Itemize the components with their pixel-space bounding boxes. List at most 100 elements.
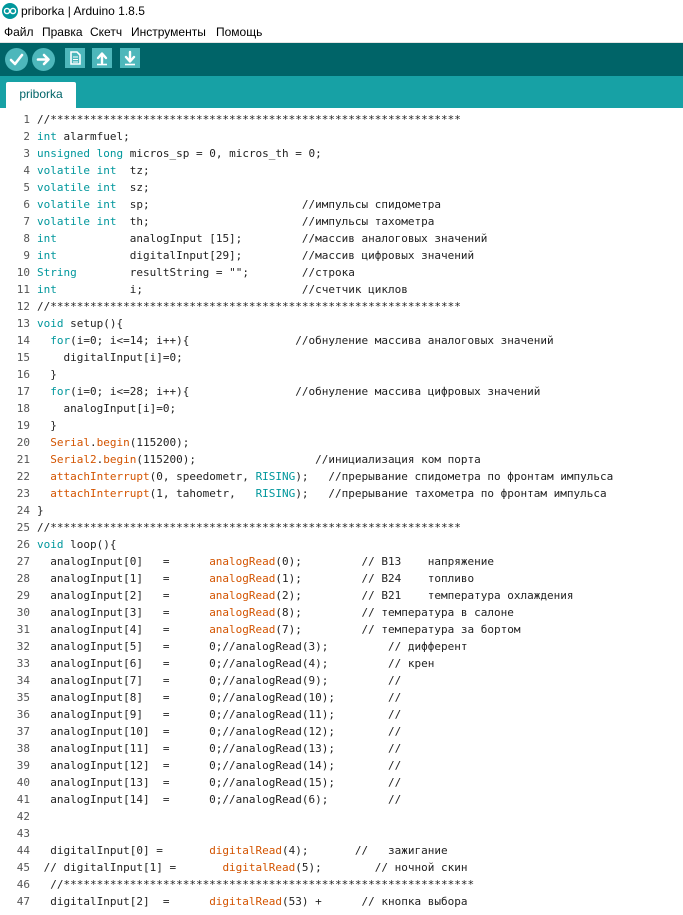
code-text[interactable]: Serial.begin(115200); bbox=[37, 434, 189, 451]
code-text[interactable]: analogInput[10] = 0;//analogRead(12); // bbox=[37, 723, 401, 740]
code-text[interactable]: analogInput[8] = 0;//analogRead(10); // bbox=[37, 689, 401, 706]
code-line[interactable]: 10 String resultString = ""; //строка bbox=[0, 264, 683, 281]
code-line[interactable]: 26 void loop(){ bbox=[0, 536, 683, 553]
verify-button[interactable] bbox=[5, 48, 28, 71]
code-line[interactable]: 17 for(i=0; i<=28; i++){ //обнуление мас… bbox=[0, 383, 683, 400]
code-text[interactable]: analogInput[2] = analogRead(2); // B21 т… bbox=[37, 587, 573, 604]
code-text[interactable]: void setup(){ bbox=[37, 315, 123, 332]
code-line[interactable]: 1 //*************************************… bbox=[0, 111, 683, 128]
open-button[interactable] bbox=[92, 48, 112, 68]
code-text[interactable]: int i; //счетчик циклов bbox=[37, 281, 408, 298]
code-line[interactable]: 39 analogInput[12] = 0;//analogRead(14);… bbox=[0, 757, 683, 774]
code-line[interactable]: 22 attachInterrupt(0, speedometr, RISING… bbox=[0, 468, 683, 485]
code-text[interactable]: analogInput[13] = 0;//analogRead(15); // bbox=[37, 774, 401, 791]
code-line[interactable]: 23 attachInterrupt(1, tahometr, RISING);… bbox=[0, 485, 683, 502]
code-line[interactable]: 21 Serial2.begin(115200); //инициализаци… bbox=[0, 451, 683, 468]
code-line[interactable]: 40 analogInput[13] = 0;//analogRead(15);… bbox=[0, 774, 683, 791]
code-text[interactable]: // digitalInput[1] = digitalRead(5); // … bbox=[37, 859, 468, 876]
code-text[interactable]: int analogInput [15]; //массив аналоговы… bbox=[37, 230, 487, 247]
code-text[interactable]: analogInput[14] = 0;//analogRead(6); // bbox=[37, 791, 401, 808]
code-line[interactable]: 19 } bbox=[0, 417, 683, 434]
code-text[interactable]: analogInput[0] = analogRead(0); // B13 н… bbox=[37, 553, 494, 570]
code-text[interactable]: } bbox=[37, 417, 57, 434]
code-line[interactable]: 3 unsigned long micros_sp = 0, micros_th … bbox=[0, 145, 683, 162]
code-text[interactable]: //**************************************… bbox=[37, 519, 461, 536]
code-line[interactable]: 14 for(i=0; i<=14; i++){ //обнуление мас… bbox=[0, 332, 683, 349]
menu-sketch[interactable]: Скетч bbox=[90, 25, 122, 39]
code-text[interactable]: analogInput[3] = analogRead(8); // темпе… bbox=[37, 604, 514, 621]
code-text[interactable]: analogInput[i]=0; bbox=[37, 400, 176, 417]
menu-file[interactable]: Файл bbox=[4, 25, 34, 39]
code-editor[interactable]: 1 //*************************************… bbox=[0, 108, 683, 915]
code-text[interactable]: digitalInput[0] = digitalRead(4); // заж… bbox=[37, 842, 447, 859]
code-line[interactable]: 11 int i; //счетчик циклов bbox=[0, 281, 683, 298]
code-text[interactable]: void loop(){ bbox=[37, 536, 116, 553]
code-line[interactable]: 33 analogInput[6] = 0;//analogRead(4); /… bbox=[0, 655, 683, 672]
code-text[interactable]: attachInterrupt(0, speedometr, RISING); … bbox=[37, 468, 613, 485]
code-line[interactable]: 41 analogInput[14] = 0;//analogRead(6); … bbox=[0, 791, 683, 808]
code-text[interactable]: attachInterrupt(1, tahometr, RISING); //… bbox=[37, 485, 606, 502]
code-text[interactable]: analogInput[4] = analogRead(7); // темпе… bbox=[37, 621, 520, 638]
code-line[interactable]: 25 //************************************… bbox=[0, 519, 683, 536]
code-line[interactable]: 29 analogInput[2] = analogRead(2); // B2… bbox=[0, 587, 683, 604]
code-text[interactable]: int alarmfuel; bbox=[37, 128, 130, 145]
code-text[interactable]: //**************************************… bbox=[37, 111, 461, 128]
code-text[interactable]: analogInput[5] = 0;//analogRead(3); // д… bbox=[37, 638, 467, 655]
code-line[interactable]: 45 // digitalInput[1] = digitalRead(5); … bbox=[0, 859, 683, 876]
code-text[interactable]: for(i=0; i<=14; i++){ //обнуление массив… bbox=[37, 332, 553, 349]
code-line[interactable]: 4 volatile int tz; bbox=[0, 162, 683, 179]
code-line[interactable]: 28 analogInput[1] = analogRead(1); // B2… bbox=[0, 570, 683, 587]
code-text[interactable]: analogInput[11] = 0;//analogRead(13); // bbox=[37, 740, 401, 757]
code-text[interactable]: volatile int sz; bbox=[37, 179, 150, 196]
code-line[interactable]: 34 analogInput[7] = 0;//analogRead(9); /… bbox=[0, 672, 683, 689]
code-line[interactable]: 47 digitalInput[2] = digitalRead(53) + /… bbox=[0, 893, 683, 910]
code-text[interactable]: Serial2.begin(115200); //инициализация к… bbox=[37, 451, 480, 468]
code-text[interactable]: analogInput[9] = 0;//analogRead(11); // bbox=[37, 706, 401, 723]
code-line[interactable]: 32 analogInput[5] = 0;//analogRead(3); /… bbox=[0, 638, 683, 655]
code-line[interactable]: 16 } bbox=[0, 366, 683, 383]
code-line[interactable]: 6 volatile int sp; //импульсы спидометра bbox=[0, 196, 683, 213]
code-text[interactable]: analogInput[6] = 0;//analogRead(4); // к… bbox=[37, 655, 434, 672]
code-line[interactable]: 12 //************************************… bbox=[0, 298, 683, 315]
code-line[interactable]: 31 analogInput[4] = analogRead(7); // те… bbox=[0, 621, 683, 638]
code-line[interactable]: 38 analogInput[11] = 0;//analogRead(13);… bbox=[0, 740, 683, 757]
code-text[interactable]: //**************************************… bbox=[37, 876, 474, 893]
upload-button[interactable] bbox=[32, 48, 55, 71]
code-line[interactable]: 37 analogInput[10] = 0;//analogRead(12);… bbox=[0, 723, 683, 740]
code-text[interactable]: volatile int sp; //импульсы спидометра bbox=[37, 196, 441, 213]
code-line[interactable]: 20 Serial.begin(115200); bbox=[0, 434, 683, 451]
code-text[interactable]: unsigned long micros_sp = 0, micros_th =… bbox=[37, 145, 322, 162]
code-text[interactable]: String resultString = ""; //строка bbox=[37, 264, 355, 281]
code-text[interactable]: } bbox=[37, 502, 44, 519]
menu-edit[interactable]: Правка bbox=[42, 25, 83, 39]
code-line[interactable]: 30 analogInput[3] = analogRead(8); // те… bbox=[0, 604, 683, 621]
code-line[interactable]: 46 //***********************************… bbox=[0, 876, 683, 893]
save-button[interactable] bbox=[120, 48, 140, 68]
code-text[interactable]: volatile int tz; bbox=[37, 162, 150, 179]
code-text[interactable]: volatile int th; //импульсы тахометра bbox=[37, 213, 434, 230]
menu-help[interactable]: Помощь bbox=[216, 25, 262, 39]
code-text[interactable]: analogInput[7] = 0;//analogRead(9); // bbox=[37, 672, 401, 689]
code-line[interactable]: 15 digitalInput[i]=0; bbox=[0, 349, 683, 366]
code-line[interactable]: 7 volatile int th; //импульсы тахометра bbox=[0, 213, 683, 230]
code-line[interactable]: 42 bbox=[0, 808, 683, 825]
code-line[interactable]: 5 volatile int sz; bbox=[0, 179, 683, 196]
code-line[interactable]: 36 analogInput[9] = 0;//analogRead(11); … bbox=[0, 706, 683, 723]
code-line[interactable]: 27 analogInput[0] = analogRead(0); // B1… bbox=[0, 553, 683, 570]
code-text[interactable]: analogInput[12] = 0;//analogRead(14); // bbox=[37, 757, 401, 774]
code-line[interactable]: 13 void setup(){ bbox=[0, 315, 683, 332]
code-line[interactable]: 9 int digitalInput[29]; //массив цифровых… bbox=[0, 247, 683, 264]
code-text[interactable]: digitalInput[2] = digitalRead(53) + // к… bbox=[37, 893, 467, 910]
code-text[interactable]: //**************************************… bbox=[37, 298, 461, 315]
code-line[interactable]: 2 int alarmfuel; bbox=[0, 128, 683, 145]
code-line[interactable]: 18 analogInput[i]=0; bbox=[0, 400, 683, 417]
code-text[interactable]: digitalInput[i]=0; bbox=[37, 349, 182, 366]
code-text[interactable]: int digitalInput[29]; //массив цифровых … bbox=[37, 247, 474, 264]
code-text[interactable]: for(i=0; i<=28; i++){ //обнуление массив… bbox=[37, 383, 540, 400]
code-text[interactable]: } bbox=[37, 366, 57, 383]
menu-tools[interactable]: Инструменты bbox=[131, 25, 206, 39]
code-line[interactable]: 24} bbox=[0, 502, 683, 519]
tab-priborka[interactable]: priborka bbox=[6, 82, 76, 108]
code-text[interactable]: analogInput[1] = analogRead(1); // B24 т… bbox=[37, 570, 474, 587]
code-line[interactable]: 8 int analogInput [15]; //массив аналогов… bbox=[0, 230, 683, 247]
